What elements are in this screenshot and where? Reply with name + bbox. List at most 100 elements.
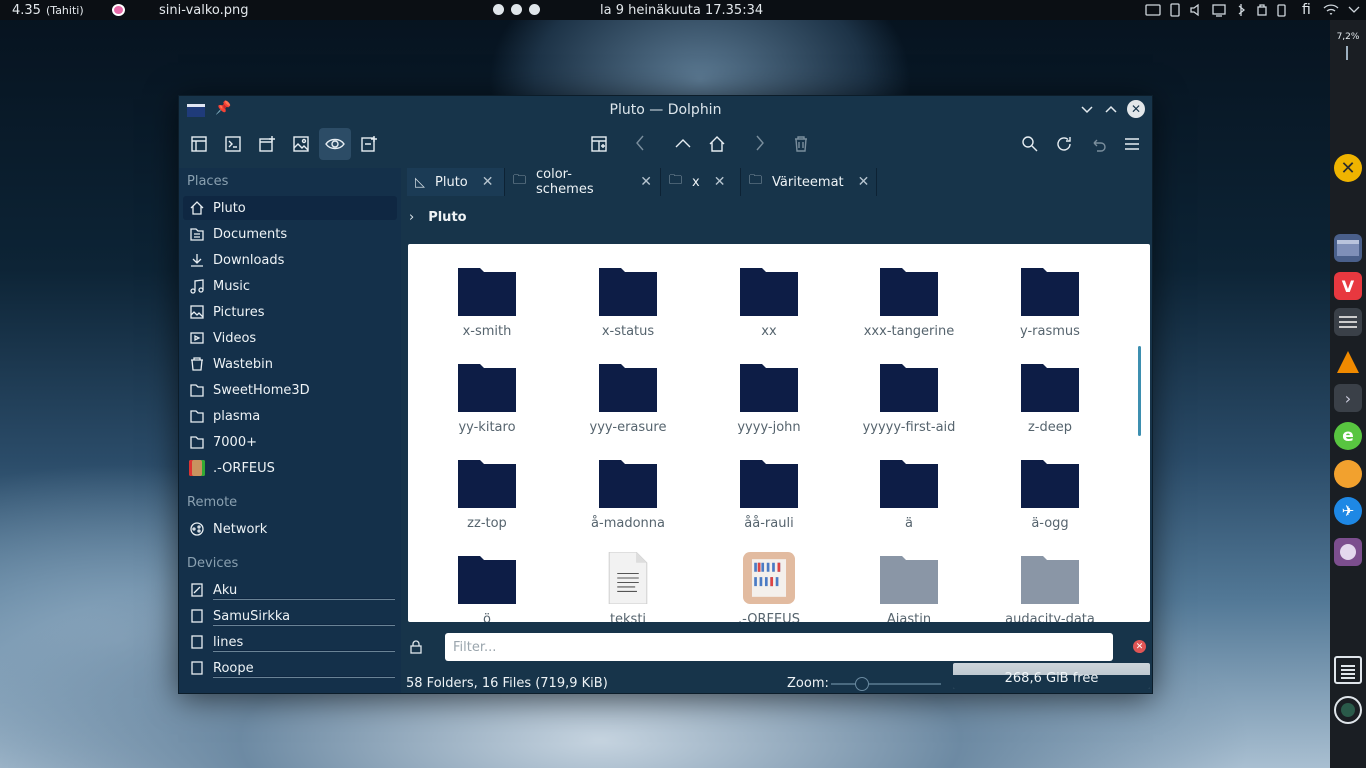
mixer-icon[interactable] [1334, 308, 1362, 336]
hidden-files-button[interactable] [319, 128, 351, 160]
folder-item[interactable]: yyyy-john [709, 360, 829, 435]
folder-item[interactable]: åå-rauli [709, 456, 829, 531]
tab-x[interactable]: 🗀 x ✕ [661, 168, 741, 196]
hamburger-menu-button[interactable] [1116, 128, 1148, 160]
folder-item[interactable]: y-rasmus [990, 264, 1110, 339]
folder-item[interactable]: yy-kitaro [427, 360, 547, 435]
tray-icons[interactable] [1145, 2, 1315, 18]
device-samusirkka[interactable]: SamuSirkka [183, 604, 397, 628]
task-title[interactable]: sini-valko.png [159, 3, 249, 18]
place-music[interactable]: Music [183, 274, 397, 298]
split-view-button[interactable] [583, 128, 615, 160]
new-tab-button[interactable] [353, 128, 385, 160]
undo-button[interactable] [1082, 128, 1114, 160]
place-plasma[interactable]: plasma [183, 404, 397, 428]
kite-icon[interactable]: ✈ [1334, 497, 1362, 525]
maximize-icon[interactable] [1105, 105, 1117, 113]
place-7000[interactable]: 7000+ [183, 430, 397, 454]
close-window-button[interactable]: ✕ [1127, 100, 1145, 118]
clear-filter-button[interactable]: ✕ [1133, 640, 1146, 653]
folder-item[interactable]: audacity-data [990, 552, 1110, 622]
close-tab-icon[interactable]: ✕ [858, 174, 870, 190]
device-aku[interactable]: Aku [183, 578, 397, 602]
edge-icon[interactable]: e [1334, 422, 1362, 450]
search-button[interactable] [1014, 128, 1046, 160]
close-tab-icon[interactable]: ✕ [714, 174, 726, 190]
close-tab-icon[interactable]: ✕ [640, 174, 652, 190]
wifi-icon[interactable] [1323, 3, 1339, 17]
folder-item[interactable]: xx [709, 264, 829, 339]
tab-pluto[interactable]: ◺ Pluto ✕ [407, 168, 505, 196]
folder-item[interactable]: Ajastin [849, 552, 969, 622]
folder-item[interactable]: ä [849, 456, 969, 531]
notes-icon[interactable] [1334, 656, 1362, 684]
documents-icon [187, 225, 207, 243]
device-lines[interactable]: lines [183, 630, 397, 654]
media-next-icon[interactable] [529, 4, 540, 15]
vivaldi-icon[interactable]: V [1334, 272, 1362, 300]
title-bar[interactable]: 📌 Pluto — Dolphin ✕ [179, 96, 1152, 124]
up-button[interactable] [667, 128, 699, 160]
breadcrumb-current[interactable]: Pluto [428, 210, 466, 225]
folder-item[interactable]: å-madonna [568, 456, 688, 531]
place-wastebin[interactable]: Wastebin [183, 352, 397, 376]
place-network[interactable]: Network [183, 517, 397, 541]
tab-color-schemes[interactable]: 🗀 color-schemes ✕ [505, 167, 661, 197]
home-button[interactable] [701, 128, 733, 160]
place-sweethome3d[interactable]: SweetHome3D [183, 378, 397, 402]
folder-item[interactable]: zz-top [427, 456, 547, 531]
folder-item[interactable]: z-deep [990, 360, 1110, 435]
lock-icon[interactable] [409, 640, 423, 654]
clock[interactable]: la 9 heinäkuuta 17.35:34 [600, 3, 763, 18]
file-item[interactable]: teksti [568, 552, 688, 622]
pin-icon[interactable]: 📌 [215, 101, 231, 116]
place-videos[interactable]: Videos [183, 326, 397, 350]
terminal-button[interactable] [217, 128, 249, 160]
media-prev-icon[interactable] [493, 4, 504, 15]
media-play-icon[interactable] [511, 4, 522, 15]
bookshelf-item[interactable]: .-ORFEUS [709, 552, 829, 622]
folder-item[interactable]: x-smith [427, 264, 547, 339]
place-downloads[interactable]: Downloads [183, 248, 397, 272]
breadcrumb[interactable]: › Pluto [409, 210, 467, 225]
zoom-slider[interactable] [831, 683, 941, 685]
file-view[interactable]: x-smith x-status xx xxx-tangerine y-rasm… [408, 244, 1150, 622]
close-app-icon[interactable]: ✕ [1334, 154, 1362, 182]
place-orfeus[interactable]: .-ORFEUS [183, 456, 397, 480]
folder-item[interactable]: yyyyy-first-aid [849, 360, 969, 435]
filter-input[interactable]: Filter... [445, 633, 1113, 661]
keyboard-layout[interactable]: fi [1302, 2, 1311, 18]
folder-item[interactable]: yyy-erasure [568, 360, 688, 435]
orange-icon[interactable] [1334, 460, 1362, 488]
media-icon[interactable] [1334, 538, 1362, 566]
world-clock-time[interactable]: 4.35 [12, 3, 41, 18]
forward-button[interactable] [743, 128, 775, 160]
zoom-slider-handle[interactable] [855, 677, 869, 691]
folder-item[interactable]: ö [427, 552, 547, 622]
clock-icon[interactable] [1334, 696, 1362, 724]
free-space-label: 268,6 GiB free [1004, 671, 1099, 686]
place-pictures[interactable]: Pictures [183, 300, 397, 324]
back-button[interactable] [625, 128, 657, 160]
panels-button[interactable] [183, 128, 215, 160]
chevron-right-icon[interactable]: › [409, 210, 414, 225]
delete-button[interactable] [785, 128, 817, 160]
folder-item[interactable]: xxx-tangerine [849, 264, 969, 339]
files-icon[interactable] [1334, 234, 1362, 262]
window-app-icon[interactable] [187, 104, 205, 117]
reload-button[interactable] [1048, 128, 1080, 160]
place-pluto[interactable]: Pluto [183, 196, 397, 220]
minimize-icon[interactable] [1081, 106, 1093, 114]
vlc-icon[interactable] [1334, 348, 1362, 376]
place-documents[interactable]: Documents [183, 222, 397, 246]
menu-down-icon[interactable] [1348, 6, 1360, 14]
close-tab-icon[interactable]: ✕ [482, 174, 494, 190]
arrow-icon[interactable]: › [1334, 384, 1362, 412]
scrollbar[interactable] [1138, 346, 1141, 436]
preview-button[interactable] [285, 128, 317, 160]
cpu-monitor[interactable]: 7,2% [1334, 32, 1362, 42]
folder-item[interactable]: ä-ogg [990, 456, 1110, 531]
new-window-button[interactable] [251, 128, 283, 160]
folder-item[interactable]: x-status [568, 264, 688, 339]
tab-variteemat[interactable]: 🗀 Väriteemat ✕ [741, 168, 877, 196]
